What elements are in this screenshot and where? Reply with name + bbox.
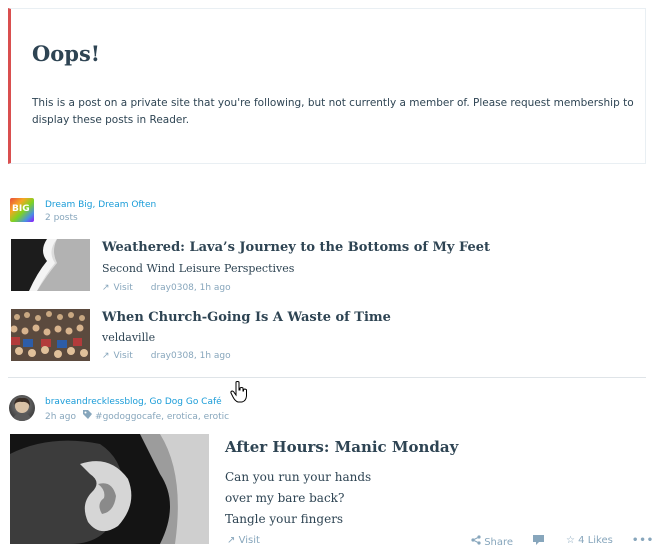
post-time-and-tags: 2h ago #godoggocafe, erotica, erotic: [45, 410, 229, 422]
share-label: Share: [484, 537, 514, 548]
post-featured-image[interactable]: [10, 434, 209, 544]
post-time[interactable]: 2h ago: [45, 412, 76, 422]
post-byline[interactable]: dray0308, 1h ago: [151, 351, 231, 361]
share-button[interactable]: Share: [471, 535, 513, 548]
post-title[interactable]: Weathered: Lava’s Journey to the Bottoms…: [102, 240, 490, 255]
visit-action[interactable]: ↗ Visit: [227, 535, 260, 546]
private-site-notice: Oops! This is a post on a private site t…: [8, 8, 646, 164]
visit-link[interactable]: Visit: [114, 351, 133, 361]
post-title[interactable]: When Church-Going Is A Waste of Time: [102, 310, 391, 325]
star-icon: ☆: [566, 535, 575, 546]
hand-cursor-icon: [230, 381, 248, 407]
post-thumbnail-lava[interactable]: [11, 239, 90, 291]
site-avatar[interactable]: BIG: [10, 198, 34, 222]
card-divider: [8, 377, 646, 378]
notice-title: Oops!: [32, 41, 101, 66]
external-link-icon: ↗: [227, 535, 236, 546]
post-author-link[interactable]: braveandrecklessblog, Go Dog Go Café: [45, 397, 222, 407]
post-meta: ↗ Visit dray0308, 1h ago: [102, 351, 231, 361]
external-link-icon: ↗: [102, 351, 110, 361]
like-button[interactable]: ☆ 4 Likes: [566, 535, 613, 546]
post-site-name[interactable]: Second Wind Leisure Perspectives: [102, 262, 294, 275]
share-icon: [471, 535, 481, 548]
post-title[interactable]: After Hours: Manic Monday: [225, 438, 458, 456]
site-avatar-text: BIG: [12, 204, 30, 214]
author-avatar[interactable]: [9, 395, 35, 421]
external-link-icon: ↗: [102, 283, 110, 293]
site-name-link[interactable]: Dream Big, Dream Often: [45, 200, 156, 210]
excerpt-line: over my bare back?: [225, 491, 345, 505]
post-excerpt: Can you run your hands over my bare back…: [225, 467, 371, 530]
tag-icon: [83, 410, 93, 422]
post-count: 2 posts: [45, 213, 78, 223]
comment-button[interactable]: [533, 535, 544, 548]
notice-body: This is a post on a private site that yo…: [32, 97, 634, 126]
visit-label: Visit: [238, 535, 260, 546]
post-thumbnail-crowd[interactable]: [11, 309, 90, 361]
excerpt-line: Tangle your fingers: [225, 512, 344, 526]
post-tags[interactable]: #godoggocafe, erotica, erotic: [95, 412, 229, 422]
more-options-button[interactable]: •••: [632, 535, 654, 546]
excerpt-line: Can you run your hands: [225, 470, 372, 484]
comment-icon: [533, 535, 544, 548]
post-byline[interactable]: dray0308, 1h ago: [151, 283, 231, 293]
visit-link[interactable]: Visit: [114, 283, 133, 293]
post-site-name[interactable]: veldaville: [102, 331, 155, 344]
post-meta: ↗ Visit dray0308, 1h ago: [102, 283, 231, 293]
likes-count: 4 Likes: [578, 535, 613, 546]
